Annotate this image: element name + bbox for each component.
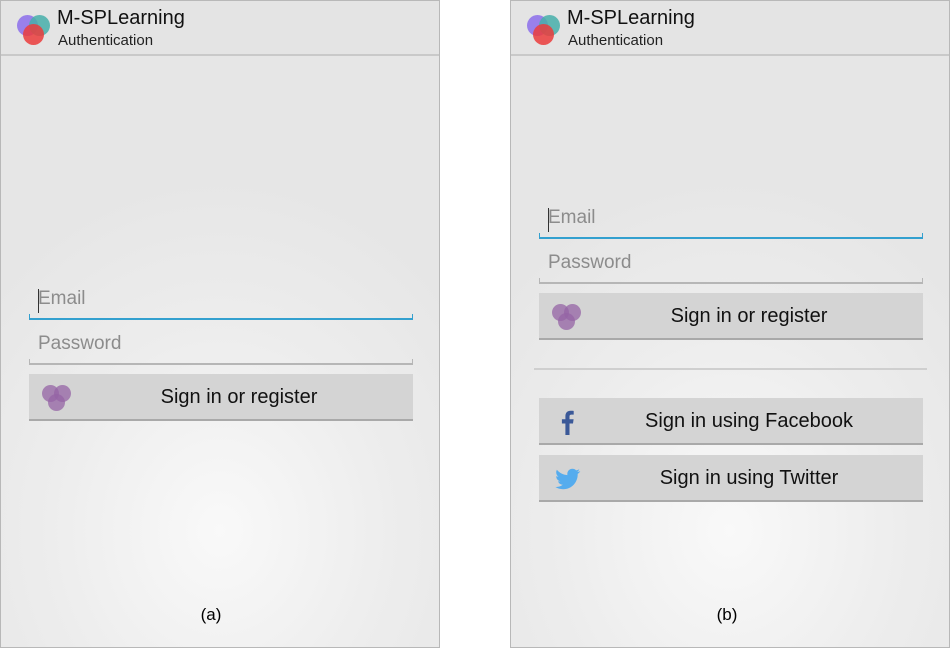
password-field-edge (922, 278, 923, 284)
email-field-edge (29, 314, 30, 320)
password-field[interactable] (539, 248, 923, 284)
sign-in-register-button[interactable]: Sign in or register (29, 374, 413, 421)
app-subtitle: Authentication (58, 32, 154, 49)
email-field[interactable] (29, 284, 413, 320)
text-cursor (548, 208, 549, 232)
app-subtitle: Authentication (568, 32, 664, 49)
text-cursor (38, 289, 39, 313)
sign-in-register-label: Sign in or register (160, 386, 318, 408)
figure-caption: (a) (200, 605, 222, 624)
phone-screen-b: M-SPLearning Authentication Sign in or r… (510, 0, 950, 648)
sign-in-register-button[interactable]: Sign in or register (539, 293, 923, 340)
email-field-edge (412, 314, 413, 320)
app-title: M-SPLearning (567, 7, 695, 29)
app-title: M-SPLearning (57, 7, 185, 29)
email-field-edge (922, 233, 923, 239)
facebook-sign-in-label: Sign in using Facebook (645, 410, 853, 432)
divider (534, 368, 927, 370)
app-logo-icon (17, 13, 53, 45)
twitter-sign-in-button[interactable]: Sign in using Twitter (539, 455, 923, 502)
email-field-edge (539, 233, 540, 239)
password-field-edge (412, 359, 413, 365)
password-field[interactable] (29, 329, 413, 365)
twitter-sign-in-label: Sign in using Twitter (659, 467, 839, 489)
action-bar: M-SPLearning Authentication (1, 1, 439, 56)
app-logo-icon (527, 13, 563, 45)
sign-in-register-label: Sign in or register (670, 305, 828, 327)
email-field[interactable] (539, 203, 923, 239)
phone-screen-a: M-SPLearning Authentication Sign in or r… (0, 0, 440, 648)
figure-caption: (b) (716, 605, 738, 624)
action-bar: M-SPLearning Authentication (511, 1, 949, 56)
password-field-edge (29, 359, 30, 365)
password-field-edge (539, 278, 540, 284)
facebook-sign-in-button[interactable]: Sign in using Facebook (539, 398, 923, 445)
